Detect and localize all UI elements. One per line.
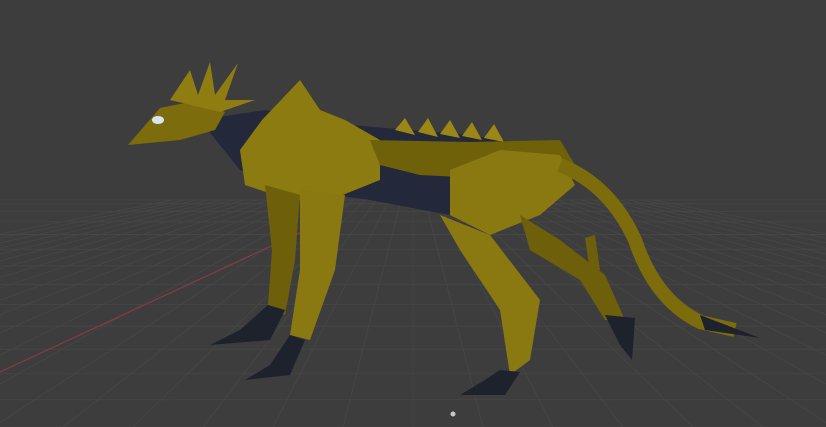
origin-dot-icon[interactable]	[450, 411, 456, 417]
creature-model[interactable]	[128, 62, 760, 395]
eye	[152, 116, 164, 124]
front-claw-right	[245, 335, 305, 380]
3d-viewport[interactable]	[0, 0, 826, 427]
front-claw-left	[210, 305, 285, 345]
tail	[557, 158, 737, 337]
hip-plate	[450, 150, 575, 235]
viewport-canvas[interactable]	[0, 0, 826, 427]
shoulder-plate	[240, 80, 380, 200]
hind-claw-far	[605, 315, 635, 360]
hind-leg-near	[440, 215, 540, 375]
front-leg-left	[265, 185, 300, 315]
floor-grid	[0, 199, 826, 427]
